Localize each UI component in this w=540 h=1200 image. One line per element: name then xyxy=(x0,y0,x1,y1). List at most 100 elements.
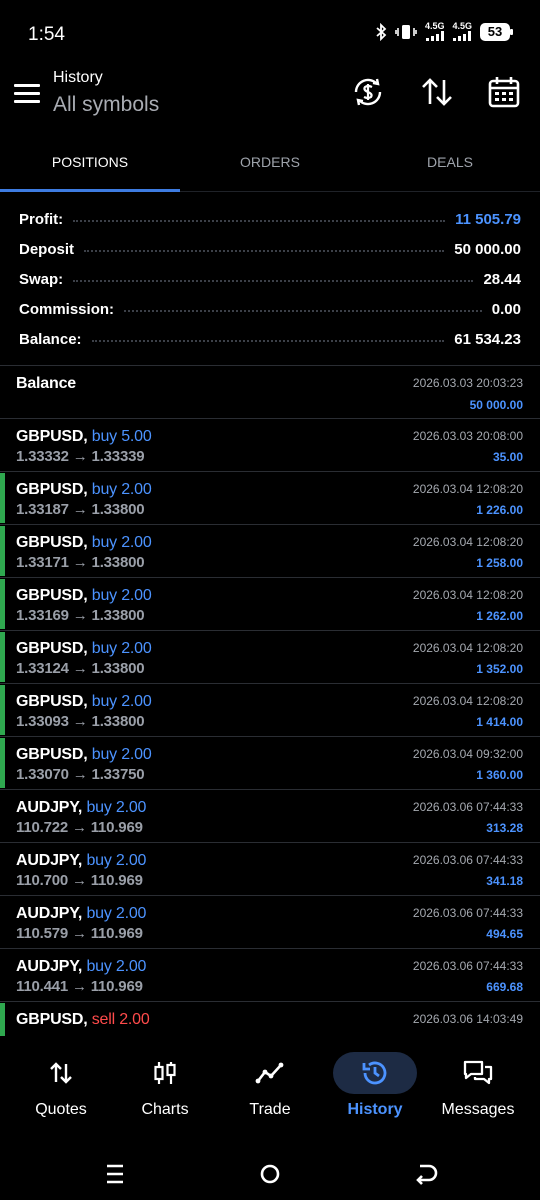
dotted-leader xyxy=(84,250,445,252)
symbol-text: AUDJPY, xyxy=(16,905,83,922)
position-profit: 35.00 xyxy=(492,450,523,464)
tab-orders[interactable]: ORDERS xyxy=(180,140,360,191)
back-icon[interactable] xyxy=(410,1162,440,1186)
symbol-text: AUDJPY, xyxy=(16,958,83,975)
summary-swap-row: Swap: 28.44 xyxy=(0,264,540,294)
open-close-prices: 110.722 → 110.969 xyxy=(16,819,143,836)
summary-profit-row: Profit: 11 505.79 xyxy=(0,204,540,234)
open-close-prices: 1.33171 → 1.33800 xyxy=(16,554,145,571)
summary-deposit-row: Deposit 50 000.00 xyxy=(0,234,540,264)
nav-history-label: History xyxy=(347,1101,403,1118)
nav-quotes[interactable]: Quotes xyxy=(9,1052,113,1132)
summary-balance-row: Balance: 61 534.23 xyxy=(0,324,540,354)
signal-icon xyxy=(453,31,472,41)
position-profit: 1 262.00 xyxy=(476,609,523,623)
bluetooth-icon xyxy=(376,22,387,41)
trade-direction: buy 2.00 xyxy=(86,958,147,975)
nav-messages-label: Messages xyxy=(441,1101,515,1118)
nav-trade-label: Trade xyxy=(249,1101,291,1118)
position-date: 2026.03.06 14:03:49 xyxy=(412,1012,523,1026)
symbol-text: GBPUSD, xyxy=(16,640,88,657)
open-close-prices: 1.33187 → 1.33800 xyxy=(16,501,145,518)
deposit-label: Deposit xyxy=(19,240,75,258)
profit-value: 11 505.79 xyxy=(455,210,521,228)
dotted-leader xyxy=(73,280,474,282)
swap-label: Swap: xyxy=(19,270,64,288)
symbol-text: GBPUSD, xyxy=(16,587,88,604)
calendar-icon[interactable] xyxy=(486,74,522,110)
position-row[interactable]: GBPUSD, buy 2.00 1.33187 → 1.33800 2026.03… xyxy=(0,472,540,525)
symbol-text: GBPUSD, xyxy=(16,428,88,445)
tab-positions[interactable]: POSITIONS xyxy=(0,140,180,192)
summary-commission-row: Commission: 0.00 xyxy=(0,294,540,324)
nav-charts-label: Charts xyxy=(141,1101,189,1118)
vibrate-icon xyxy=(395,24,417,39)
home-icon[interactable] xyxy=(255,1162,285,1186)
hamburger-menu-icon[interactable] xyxy=(14,84,40,104)
open-close-prices: 1.33093 → 1.33800 xyxy=(16,713,145,730)
balance-row-amount: 50 000.00 xyxy=(469,398,523,412)
recent-apps-icon[interactable] xyxy=(100,1162,130,1186)
balance-value: 61 534.23 xyxy=(454,330,521,348)
balance-operation-row[interactable]: Balance 2026.03.03 20:03:23 50 000.00 xyxy=(0,366,540,419)
symbol-text: AUDJPY, xyxy=(16,852,83,869)
position-row[interactable]: GBPUSD, buy 2.00 1.33124 → 1.33800 2026.03… xyxy=(0,631,540,684)
sort-icon[interactable] xyxy=(419,74,455,110)
position-symbol: GBPUSD, sell 2.00 xyxy=(16,1011,150,1029)
trade-direction: buy 2.00 xyxy=(91,640,152,657)
open-close-prices: 110.579 → 110.969 xyxy=(16,925,143,942)
position-profit: 1 414.00 xyxy=(476,715,523,729)
trade-direction: sell 2.00 xyxy=(91,1011,150,1028)
position-date: 2026.03.03 20:08:00 xyxy=(412,429,523,443)
position-row[interactable]: GBPUSD, buy 5.00 1.33332 → 1.33339 2026.03… xyxy=(0,419,540,472)
currency-exchange-icon[interactable] xyxy=(350,74,386,110)
status-time: 1:54 xyxy=(28,24,65,45)
nav-quotes-label: Quotes xyxy=(35,1101,87,1118)
symbol-text: GBPUSD, xyxy=(16,693,88,710)
status-icons: 4.5G 4.5G 53 xyxy=(375,21,513,41)
position-date: 2026.03.06 07:44:33 xyxy=(412,959,523,973)
position-row[interactable]: GBPUSD, buy 2.00 1.33093 → 1.33800 2026.03… xyxy=(0,684,540,737)
battery-level: 53 xyxy=(487,24,503,39)
position-symbol: AUDJPY, buy 2.00 xyxy=(16,958,146,976)
position-row[interactable]: GBPUSD, buy 2.00 1.33171 → 1.33800 2026.03… xyxy=(0,525,540,578)
position-symbol: GBPUSD, buy 2.00 xyxy=(16,534,152,552)
network-label-2: 4.5G xyxy=(452,21,472,31)
position-row[interactable]: GBPUSD, buy 2.00 1.33169 → 1.33800 2026.03… xyxy=(0,578,540,631)
position-row[interactable]: GBPUSD, buy 2.00 1.33070 → 1.33750 2026.03… xyxy=(0,737,540,790)
deposit-value: 50 000.00 xyxy=(454,240,521,258)
trade-direction: buy 2.00 xyxy=(91,481,152,498)
open-close-prices: 110.441 → 110.969 xyxy=(16,978,143,995)
position-row[interactable]: AUDJPY, buy 2.00 110.722 → 110.969 2026.03… xyxy=(0,790,540,843)
position-date: 2026.03.06 07:44:33 xyxy=(412,800,523,814)
position-symbol: GBPUSD, buy 2.00 xyxy=(16,587,152,605)
nav-messages[interactable]: Messages xyxy=(426,1052,530,1132)
position-profit: 494.65 xyxy=(486,927,523,941)
position-row[interactable]: AUDJPY, buy 2.00 110.579 → 110.969 2026.03… xyxy=(0,896,540,949)
nav-charts[interactable]: Charts xyxy=(113,1052,217,1132)
balance-row-label: Balance xyxy=(16,375,76,392)
position-symbol: GBPUSD, buy 2.00 xyxy=(16,746,152,764)
profit-label: Profit: xyxy=(19,210,64,228)
open-close-prices: 110.700 → 110.969 xyxy=(16,872,143,889)
position-symbol: AUDJPY, buy 2.00 xyxy=(16,852,146,870)
position-symbol: GBPUSD, buy 2.00 xyxy=(16,481,152,499)
network-indicator-2: 4.5G xyxy=(452,22,472,41)
network-label-1: 4.5G xyxy=(424,21,445,31)
open-close-prices: 1.33070 → 1.33750 xyxy=(16,766,145,783)
nav-history[interactable]: History xyxy=(323,1052,427,1132)
position-date: 2026.03.04 12:08:20 xyxy=(412,694,523,708)
position-date: 2026.03.04 09:32:00 xyxy=(412,747,523,761)
candlestick-icon xyxy=(154,1062,176,1084)
position-row[interactable]: AUDJPY, buy 2.00 110.441 → 110.969 2026.03… xyxy=(0,949,540,1002)
battery-icon: 53 xyxy=(480,22,513,41)
nav-trade[interactable]: Trade xyxy=(218,1052,322,1132)
commission-label: Commission: xyxy=(19,300,115,318)
trade-direction: buy 2.00 xyxy=(86,799,147,816)
position-row[interactable]: AUDJPY, buy 2.00 110.700 → 110.969 2026.03… xyxy=(0,843,540,896)
symbol-filter[interactable]: All symbols xyxy=(53,93,159,117)
position-date: 2026.03.04 12:08:20 xyxy=(412,535,523,549)
tab-deals[interactable]: DEALS xyxy=(360,140,540,191)
symbol-text: GBPUSD, xyxy=(16,481,88,498)
page-title: History xyxy=(53,69,103,86)
